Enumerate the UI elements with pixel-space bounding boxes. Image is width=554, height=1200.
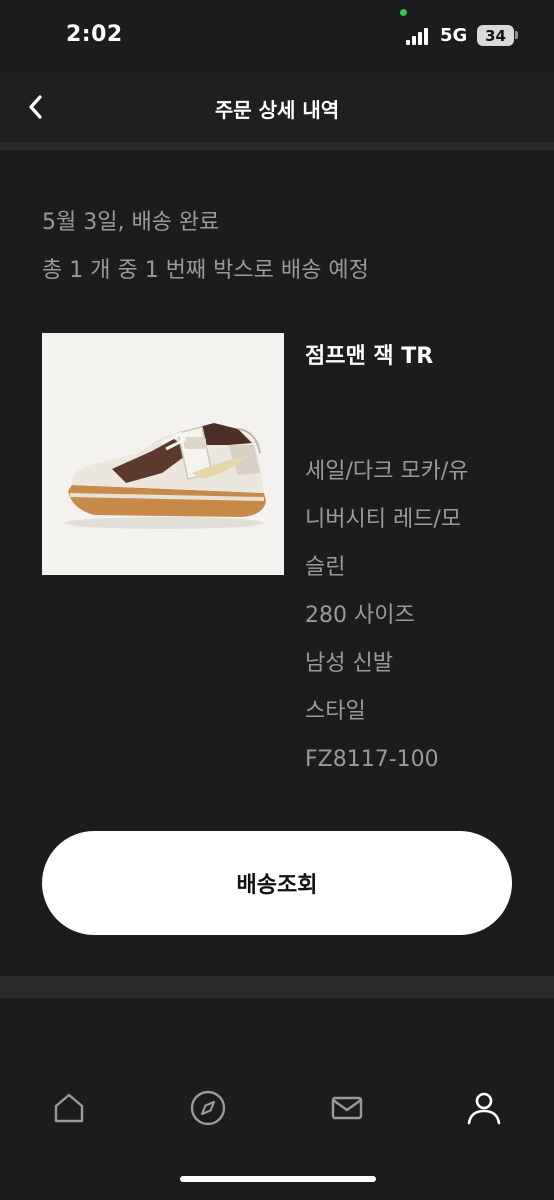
product-name[interactable]: 점프맨 잭 TR (305, 338, 535, 370)
delivery-status: 5월 3일, 배송 완료 (42, 210, 220, 235)
page-header: 주문 상세 내역 (0, 72, 554, 142)
bottom-nav (0, 998, 554, 1200)
product-info: 점프맨 잭 TR 세일/다크 모카/유 니버시티 레드/모 슬린 280 사이즈… (305, 338, 535, 784)
home-indicator (180, 1176, 376, 1182)
product-color-line-3: 슬린 (305, 555, 346, 580)
signal-icon (406, 28, 430, 45)
product-style-code: FZ8117-100 (305, 747, 439, 772)
profile-icon (467, 1092, 501, 1125)
battery-icon: 34 (477, 25, 514, 46)
compass-icon (190, 1090, 226, 1126)
home-icon (54, 1093, 84, 1123)
delivery-note: 총 1 개 중 1 번째 박스로 배송 예정 (42, 258, 369, 283)
product-color-line-2: 니버시티 레드/모 (305, 507, 462, 532)
header-divider (0, 142, 554, 150)
page-title: 주문 상세 내역 (214, 98, 340, 122)
privacy-indicator-dot (400, 9, 407, 16)
product-category: 남성 신발 (305, 651, 393, 676)
sneaker-image (42, 333, 284, 575)
nav-inbox[interactable] (325, 1086, 369, 1130)
mail-icon (331, 1096, 363, 1120)
nav-discover[interactable] (186, 1086, 230, 1130)
order-card: 5월 3일, 배송 완료 총 1 개 중 1 번째 박스로 배송 예정 점프맨 … (0, 150, 554, 976)
product-size: 280 사이즈 (305, 603, 415, 628)
battery-tip (515, 31, 518, 39)
status-time: 2:02 (66, 22, 123, 47)
order-detail-screen: 2:02 5G 34 주문 상세 내역 5월 3일, 배송 완료 총 1 개 중… (0, 0, 554, 1200)
network-label: 5G (440, 25, 468, 46)
product-style-label: 스타일 (305, 699, 366, 724)
track-delivery-button[interactable]: 배송조회 (42, 831, 512, 935)
product-image[interactable] (42, 333, 284, 575)
nav-home[interactable] (47, 1086, 91, 1130)
nav-profile[interactable] (462, 1086, 506, 1130)
product-color-line-1: 세일/다크 모카/유 (305, 459, 469, 484)
status-bar: 2:02 5G 34 (0, 0, 554, 72)
section-divider (0, 976, 554, 998)
